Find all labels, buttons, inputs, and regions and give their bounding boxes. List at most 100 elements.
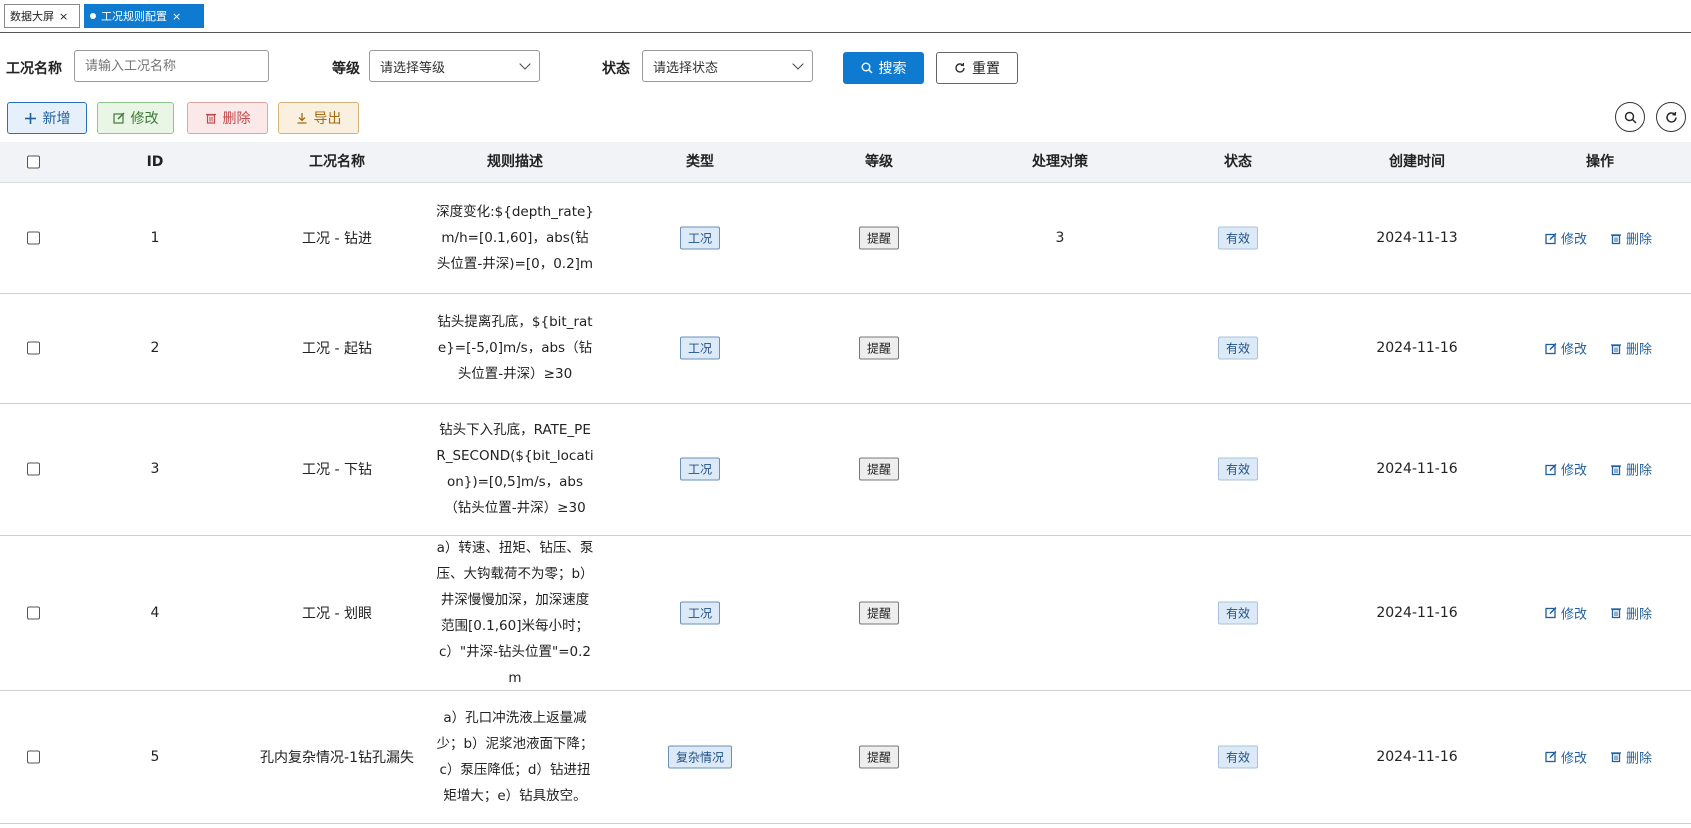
row-created: 2024-11-16: [1376, 340, 1458, 356]
row-desc: 钻头下入孔底，RATE_PER_SECOND(${bit_location})=…: [436, 422, 594, 516]
row-desc: a）转速、扭矩、钻压、泵压、大钩载荷不为零；b）井深慢慢加深，加深速度范围[0.…: [436, 539, 594, 686]
type-tag: 工况: [679, 457, 721, 481]
header-id: ID: [146, 154, 164, 170]
row-edit-label: 修改: [1561, 342, 1588, 358]
delete-button[interactable]: 删除: [187, 102, 268, 134]
row-measure: 3: [1055, 230, 1065, 246]
row-edit-link[interactable]: 修改: [1545, 229, 1587, 248]
row-id: 5: [150, 748, 160, 765]
status-label: 状态: [602, 61, 630, 77]
row-edit-label: 修改: [1561, 751, 1588, 766]
status-tag: 有效: [1217, 745, 1259, 768]
level-tag: 提醒: [858, 226, 900, 250]
row-delete-link[interactable]: 删除: [1610, 460, 1652, 479]
edit-icon: [1545, 463, 1557, 475]
type-tag: 工况: [679, 226, 721, 250]
chevron-down-icon: [792, 58, 804, 70]
active-dot-icon: [90, 13, 96, 19]
name-input[interactable]: [74, 50, 269, 82]
search-button[interactable]: 搜索: [843, 52, 924, 84]
close-icon[interactable]: ×: [172, 10, 181, 23]
status-tag: 有效: [1217, 457, 1259, 481]
trash-icon: [1611, 608, 1621, 619]
row-desc: 钻头提离孔底，${bit_rate}=[-5,0]m/s，abs（钻头位置-井深…: [437, 314, 593, 382]
row-delete-label: 删除: [1626, 463, 1653, 479]
table-row: 2 工况 - 起钻 钻头提离孔底，${bit_rate}=[-5,0]m/s，abs…: [0, 293, 1691, 404]
level-tag: 提醒: [858, 745, 900, 768]
table-row: 3 工况 - 下钻 钻头下入孔底，RATE_PER_SECOND(${bit_loc…: [0, 403, 1691, 536]
row-checkbox[interactable]: [27, 341, 40, 355]
row-edit-link[interactable]: 修改: [1545, 460, 1587, 479]
level-tag: 提醒: [858, 457, 900, 481]
level-select[interactable]: 请选择等级: [369, 50, 540, 82]
export-button[interactable]: 导出: [278, 102, 359, 134]
trash-icon: [1611, 464, 1621, 475]
row-delete-link[interactable]: 删除: [1610, 339, 1652, 358]
trash-icon: [205, 113, 216, 124]
edit-button[interactable]: 修改: [97, 102, 174, 134]
refresh-button[interactable]: [1656, 102, 1686, 132]
row-checkbox[interactable]: [27, 231, 40, 245]
header-status: 状态: [1224, 154, 1252, 170]
search-toggle-button[interactable]: [1615, 102, 1645, 132]
level-tag: 提醒: [858, 336, 900, 360]
export-button-label: 导出: [313, 111, 342, 127]
status-tag: 有效: [1217, 336, 1259, 360]
row-delete-link[interactable]: 删除: [1610, 603, 1652, 622]
level-label: 等级: [332, 61, 360, 77]
row-name: 工况 - 下钻: [302, 462, 372, 478]
level-tag: 提醒: [858, 601, 900, 624]
row-edit-label: 修改: [1561, 232, 1588, 248]
download-icon: [297, 113, 306, 124]
row-checkbox[interactable]: [27, 750, 40, 763]
tab-condition-rule-config[interactable]: 工况规则配置 ×: [84, 4, 204, 28]
row-name: 工况 - 起钻: [302, 341, 372, 357]
row-delete-link[interactable]: 删除: [1610, 229, 1652, 248]
type-tag: 复杂情况: [667, 745, 733, 768]
refresh-icon: [955, 62, 965, 73]
row-edit-link[interactable]: 修改: [1545, 747, 1587, 766]
search-button-label: 搜索: [878, 61, 907, 77]
header-name: 工况名称: [309, 154, 365, 170]
select-all-checkbox[interactable]: [27, 155, 40, 169]
row-delete-link[interactable]: 删除: [1610, 747, 1652, 766]
row-delete-label: 删除: [1626, 751, 1653, 766]
level-placeholder: 请选择等级: [380, 60, 446, 76]
tab-data-screen[interactable]: 数据大屏 ×: [4, 4, 80, 28]
reset-button-label: 重置: [972, 61, 1000, 77]
add-button[interactable]: 新增: [7, 102, 87, 134]
status-select[interactable]: 请选择状态: [642, 50, 813, 82]
trash-icon: [1611, 752, 1621, 763]
row-delete-label: 删除: [1626, 607, 1653, 622]
edit-button-label: 修改: [130, 111, 159, 127]
row-edit-label: 修改: [1561, 607, 1588, 622]
edit-icon: [1545, 606, 1557, 619]
refresh-icon: [1665, 111, 1677, 123]
row-checkbox[interactable]: [27, 606, 40, 619]
row-checkbox[interactable]: [27, 462, 40, 476]
header-type: 类型: [686, 154, 714, 170]
row-id: 1: [150, 230, 160, 246]
row-edit-link[interactable]: 修改: [1545, 603, 1587, 622]
edit-icon: [1545, 750, 1557, 763]
row-created: 2024-11-16: [1376, 748, 1458, 765]
tab-label: 数据大屏: [10, 10, 54, 23]
chevron-down-icon: [519, 58, 531, 70]
close-icon[interactable]: ×: [59, 10, 68, 23]
reset-button[interactable]: 重置: [936, 52, 1018, 84]
header-desc: 规则描述: [487, 154, 543, 170]
row-created: 2024-11-16: [1376, 461, 1458, 477]
row-edit-link[interactable]: 修改: [1545, 339, 1587, 358]
row-delete-label: 删除: [1626, 232, 1653, 248]
row-name: 孔内复杂情况-1钻孔漏失: [260, 749, 414, 766]
status-placeholder: 请选择状态: [653, 60, 719, 76]
row-delete-label: 删除: [1626, 342, 1653, 358]
edit-icon: [112, 112, 124, 124]
row-created: 2024-11-13: [1376, 230, 1458, 246]
table-header: ID 工况名称 规则描述 类型 等级 处理对策 状态 创建时间 操作: [0, 142, 1691, 183]
add-button-label: 新增: [42, 111, 71, 127]
row-created: 2024-11-16: [1376, 604, 1458, 621]
row-id: 4: [150, 604, 160, 621]
row-name: 工况 - 钻进: [302, 231, 372, 247]
status-tag: 有效: [1217, 601, 1259, 624]
